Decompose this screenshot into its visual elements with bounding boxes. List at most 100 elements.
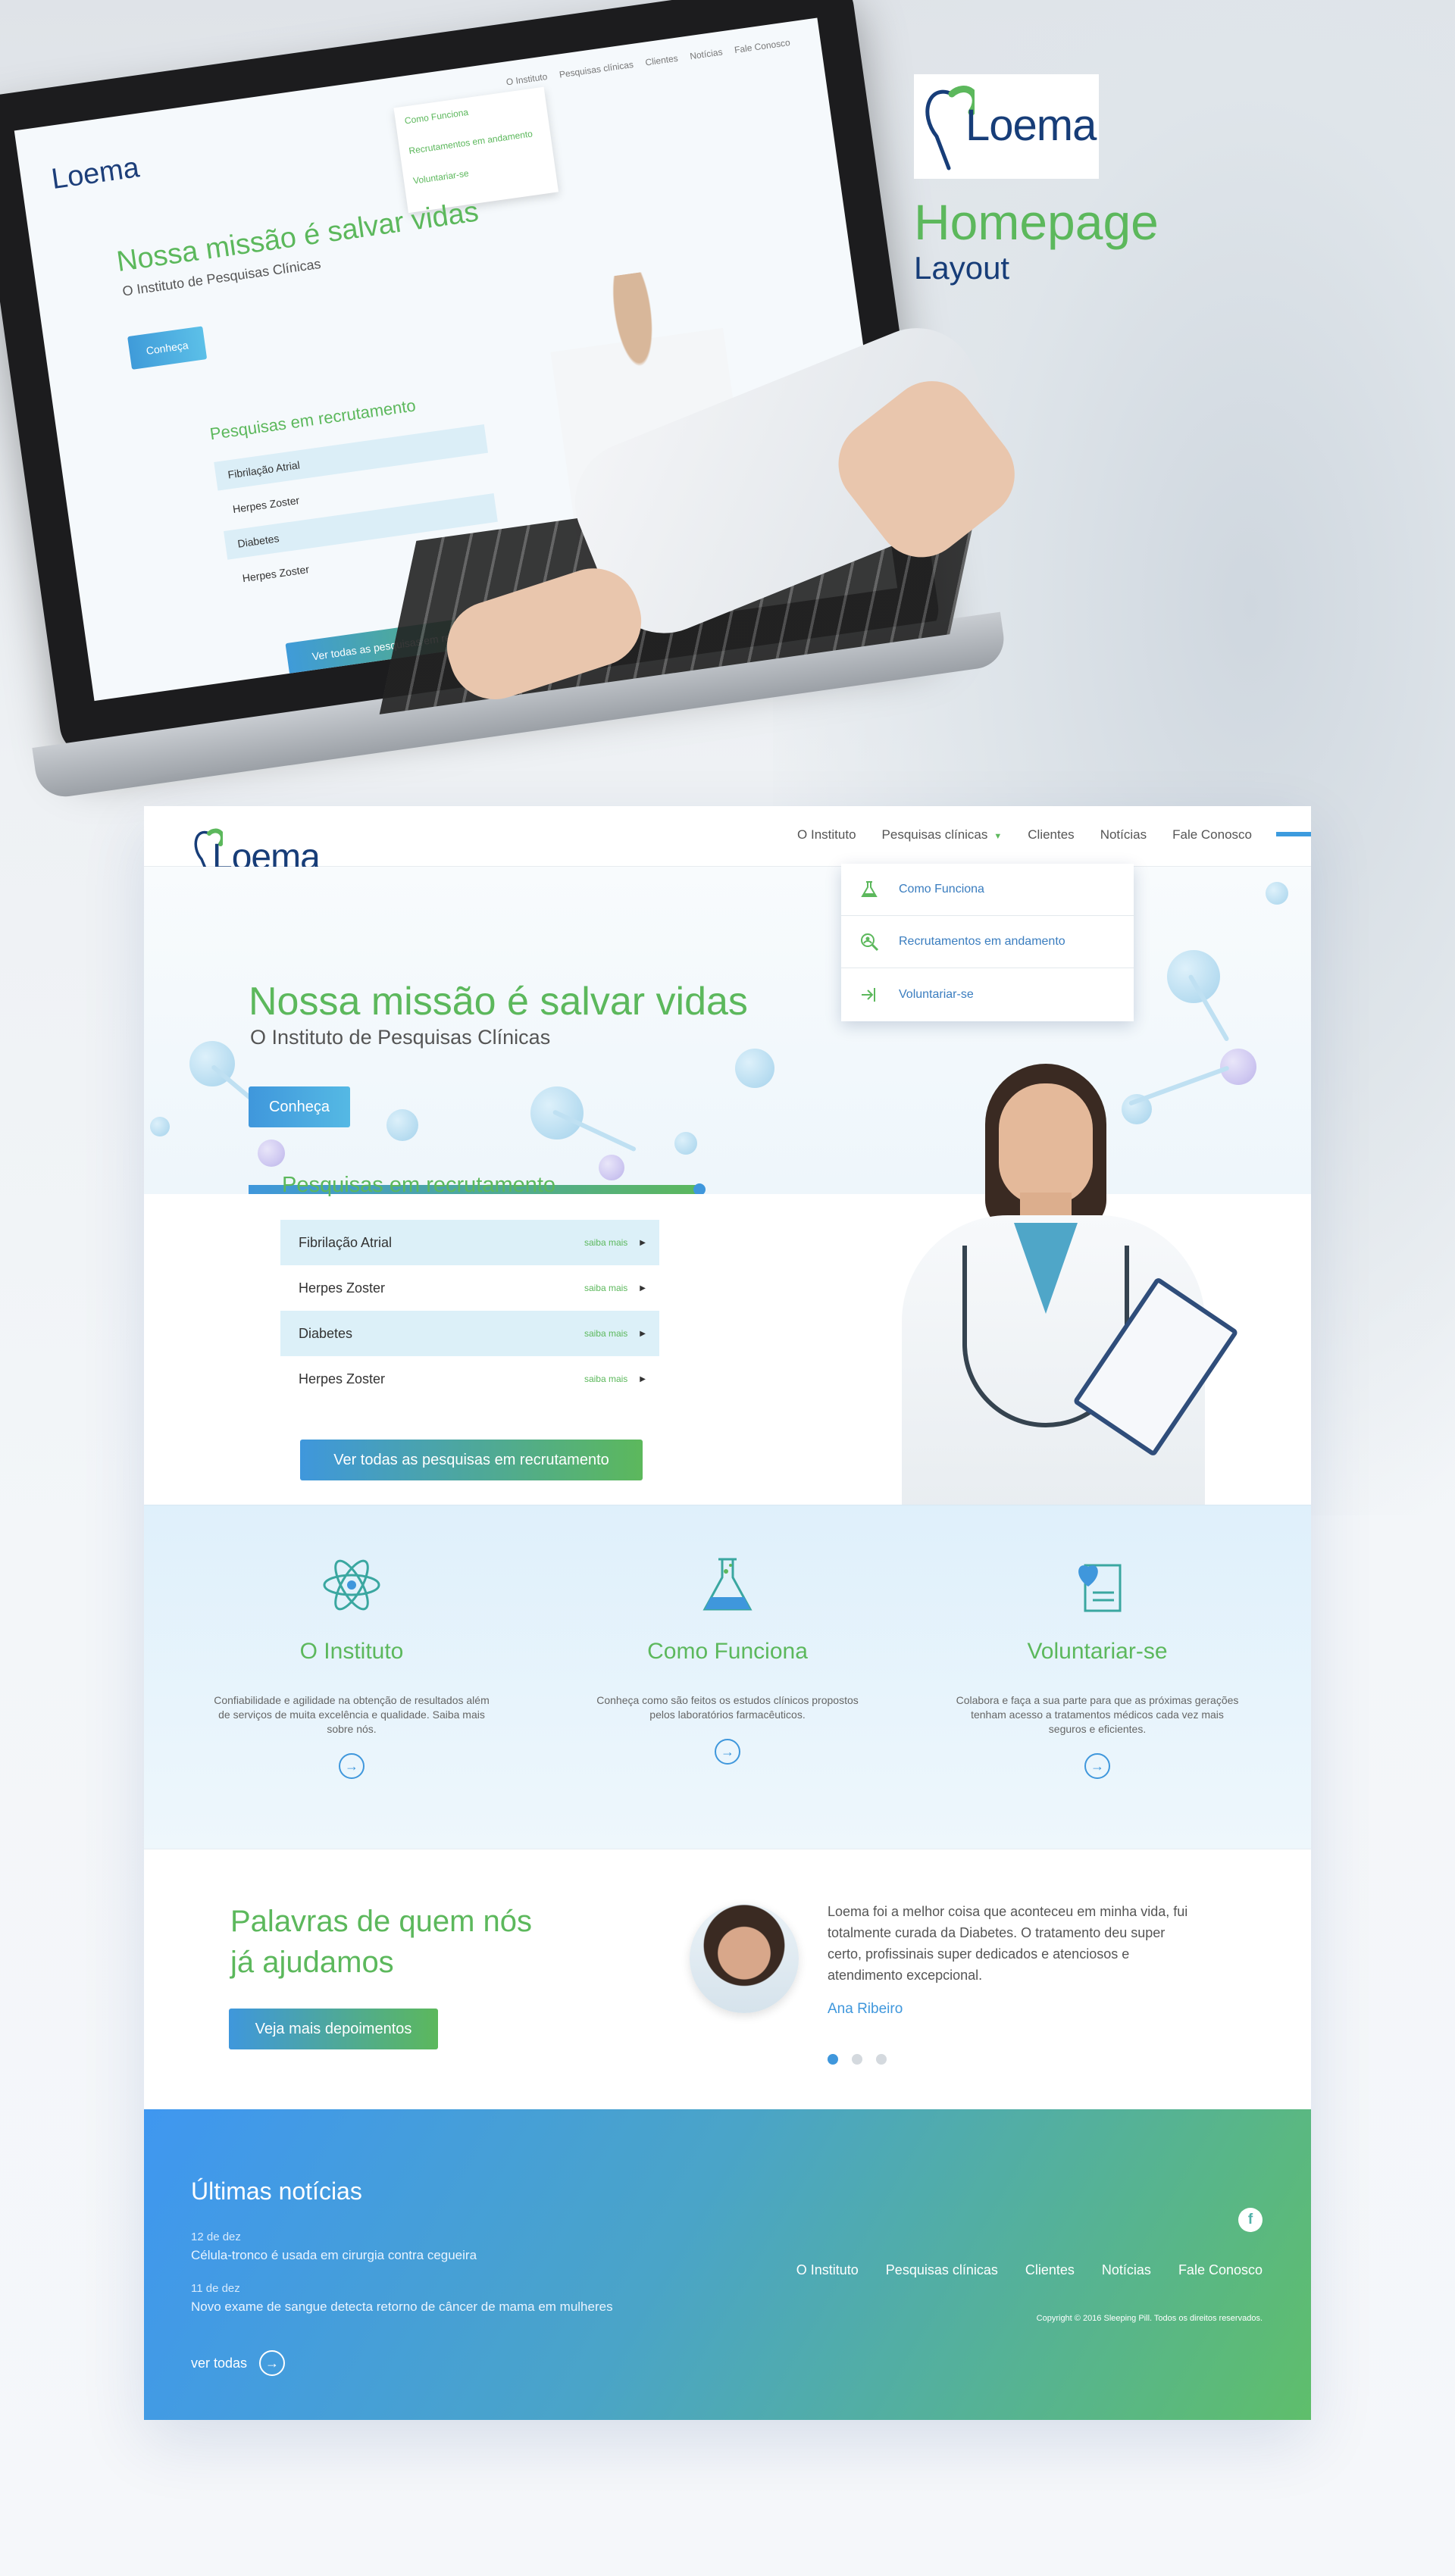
caret-right-icon: ▶ [640, 1329, 646, 1338]
molecule-decoration [1266, 882, 1288, 905]
recruitment-row-label: Herpes Zoster [299, 1280, 386, 1296]
footer-nav-clientes[interactable]: Clientes [1025, 2262, 1075, 2278]
copyright: Copyright © 2016 Sleeping Pill. Todos os… [1036, 2314, 1263, 2323]
mais-depoimentos-button[interactable]: Veja mais depoimentos [229, 2009, 438, 2049]
feature-title: Como Funciona [647, 1639, 808, 1664]
feature-text: Conheça como são feitos os estudos clíni… [596, 1694, 859, 1721]
recruitment-row-label: Fibrilação Atrial [299, 1234, 393, 1250]
dropdown-item-recrutamentos[interactable]: Recrutamentos em andamento [841, 916, 1134, 968]
footer-nav-pesquisas[interactable]: Pesquisas clínicas [886, 2262, 998, 2278]
recruitment-row-label: Herpes Zoster [299, 1371, 386, 1386]
ver-todas-pesquisas-button[interactable]: Ver todas as pesquisas em recrutamento [300, 1440, 643, 1480]
brand-logo: Loema [917, 83, 1099, 174]
recruitment-row[interactable]: Diabetes saiba mais ▶ [280, 1311, 659, 1356]
news-item[interactable]: 12 de dez Célula-tronco é usada em cirur… [191, 2231, 477, 2263]
testimonials-title: Palavras de quem nós já ajudamos [230, 1905, 533, 1979]
arrow-right-circle-icon[interactable]: → [715, 1739, 740, 1765]
molecule-decoration [735, 1049, 774, 1088]
arrow-right-circle-icon[interactable]: → [339, 1753, 365, 1779]
login-arrow-icon [859, 985, 879, 1005]
news-headline: Novo exame de sangue detecta retorno de … [191, 2299, 613, 2314]
flask-icon [859, 880, 879, 899]
conheca-button[interactable]: Conheça [249, 1086, 350, 1127]
heart-document-icon [1063, 1551, 1131, 1619]
feature-text: Confiabilidade e agilidade na obtenção d… [214, 1694, 490, 1735]
nav-item-label: Pesquisas clínicas [881, 827, 988, 842]
mini-nav-item: Fale Conosco [734, 36, 791, 56]
top-navigation: Loema O Instituto Pesquisas clínicas ▼ Cl… [144, 806, 1311, 879]
nav-item-instituto[interactable]: O Instituto [797, 827, 856, 843]
dropdown-label: Como Funciona [899, 883, 984, 896]
recruitment-row[interactable]: Herpes Zoster saiba mais ▶ [280, 1356, 659, 1402]
avatar [690, 1904, 799, 2013]
news-headline: Célula-tronco é usada em cirurgia contra… [191, 2248, 477, 2262]
news-date: 11 de dez [191, 2282, 240, 2295]
mini-logo: Loema [49, 152, 142, 195]
feature-card-instituto: O Instituto Confiabilidade e agilidade n… [192, 1551, 511, 1779]
footer-nav: O Instituto Pesquisas clínicas Clientes … [796, 2262, 1263, 2278]
molecule-decoration [386, 1109, 418, 1141]
saiba-mais-label: saiba mais [584, 1328, 628, 1339]
feature-text: Colabora e faça a sua parte para que as … [956, 1694, 1239, 1735]
molecule-decoration [599, 1155, 624, 1180]
atom-icon [318, 1551, 386, 1619]
footer: Últimas notícias 12 de dez Célula-tronco… [144, 2109, 1311, 2420]
facebook-icon[interactable]: f [1238, 2208, 1263, 2232]
recruitment-list: Fibrilação Atrial saiba mais ▶ Herpes Zos… [280, 1220, 659, 1402]
molecule-decoration [674, 1132, 697, 1155]
features-section: O Instituto Confiabilidade e agilidade n… [144, 1505, 1311, 1849]
footer-nav-noticias[interactable]: Notícias [1102, 2262, 1151, 2278]
saiba-mais-link[interactable]: saiba mais ▶ [584, 1328, 646, 1339]
brand-wordmark: Loema [965, 101, 1097, 150]
feature-card-voluntariar: Voluntariar-se Colabora e faça a sua par… [938, 1551, 1256, 1779]
mini-list-title: Pesquisas em recrutamento [208, 395, 418, 444]
recruitment-row[interactable]: Herpes Zoster saiba mais ▶ [280, 1265, 659, 1311]
nav-item-pesquisas[interactable]: Pesquisas clínicas ▼ [882, 827, 1003, 843]
saiba-mais-label: saiba mais [584, 1237, 628, 1248]
testimonial-author: Ana Ribeiro [828, 2001, 903, 2017]
saiba-mais-label: saiba mais [584, 1374, 628, 1384]
laptop-mockup: O Instituto Pesquisas clínicas Clientes … [0, 0, 1034, 853]
carousel-dot[interactable] [828, 2054, 838, 2065]
nav-accent-bar [1276, 832, 1311, 836]
recruitment-row-label: Diabetes [299, 1325, 353, 1341]
testimonial-quote: Loema foi a melhor coisa que aconteceu e… [828, 1904, 1188, 1983]
footer-nav-instituto[interactable]: O Instituto [796, 2262, 859, 2278]
feature-title: Voluntariar-se [1027, 1639, 1168, 1664]
mini-dropdown-item: Como Funciona [404, 106, 469, 127]
mini-dropdown-item: Voluntariar-se [412, 167, 470, 186]
nav-item-noticias[interactable]: Notícias [1100, 827, 1147, 843]
saiba-mais-link[interactable]: saiba mais ▶ [584, 1374, 646, 1384]
arrow-right-circle-icon[interactable]: → [1084, 1753, 1110, 1779]
news-item[interactable]: 11 de dez Novo exame de sangue detecta r… [191, 2282, 613, 2315]
mini-dropdown-item: Recrutamentos em andamento [408, 128, 534, 157]
footer-nav-contato[interactable]: Fale Conosco [1178, 2262, 1263, 2278]
testimonials-section: Palavras de quem nós já ajudamos Veja ma… [144, 1849, 1311, 2109]
molecule-decoration [150, 1117, 170, 1136]
nav-item-contato[interactable]: Fale Conosco [1172, 827, 1252, 843]
recruitment-row[interactable]: Fibrilação Atrial saiba mais ▶ [280, 1220, 659, 1265]
mini-nav-item: Notícias [689, 46, 724, 62]
pesquisas-dropdown: Como Funciona Recrutamentos em andamento… [841, 864, 1134, 1021]
ver-todas-link[interactable]: ver todas → [191, 2350, 286, 2376]
dropdown-item-voluntariar[interactable]: Voluntariar-se [841, 968, 1134, 1021]
news-date: 12 de dez [191, 2231, 241, 2243]
mini-nav-item: Pesquisas clínicas [559, 58, 634, 80]
molecule-decoration [258, 1140, 285, 1167]
saiba-mais-link[interactable]: saiba mais ▶ [584, 1283, 646, 1293]
nav-item-clientes[interactable]: Clientes [1028, 827, 1074, 843]
caret-right-icon: ▶ [640, 1374, 646, 1383]
dropdown-item-como-funciona[interactable]: Como Funciona [841, 864, 1134, 916]
saiba-mais-link[interactable]: saiba mais ▶ [584, 1237, 646, 1248]
homepage-layout: Loema O Instituto Pesquisas clínicas ▼ Cl… [144, 806, 1311, 2420]
showcase-canvas: O Instituto Pesquisas clínicas Clientes … [0, 0, 1455, 2576]
mini-dropdown: Como Funciona Recrutamentos em andamento… [393, 86, 559, 214]
caret-right-icon: ▶ [640, 1238, 646, 1247]
carousel-dot[interactable] [876, 2054, 887, 2065]
arrow-right-circle-icon: → [259, 2350, 286, 2376]
caret-down-icon: ▼ [993, 832, 1003, 841]
hero-title: Nossa missão é salvar vidas [249, 980, 748, 1024]
carousel-dot[interactable] [852, 2054, 862, 2065]
mini-nav-item: O Instituto [505, 70, 549, 88]
nav-menu: O Instituto Pesquisas clínicas ▼ Clientes… [797, 827, 1252, 843]
